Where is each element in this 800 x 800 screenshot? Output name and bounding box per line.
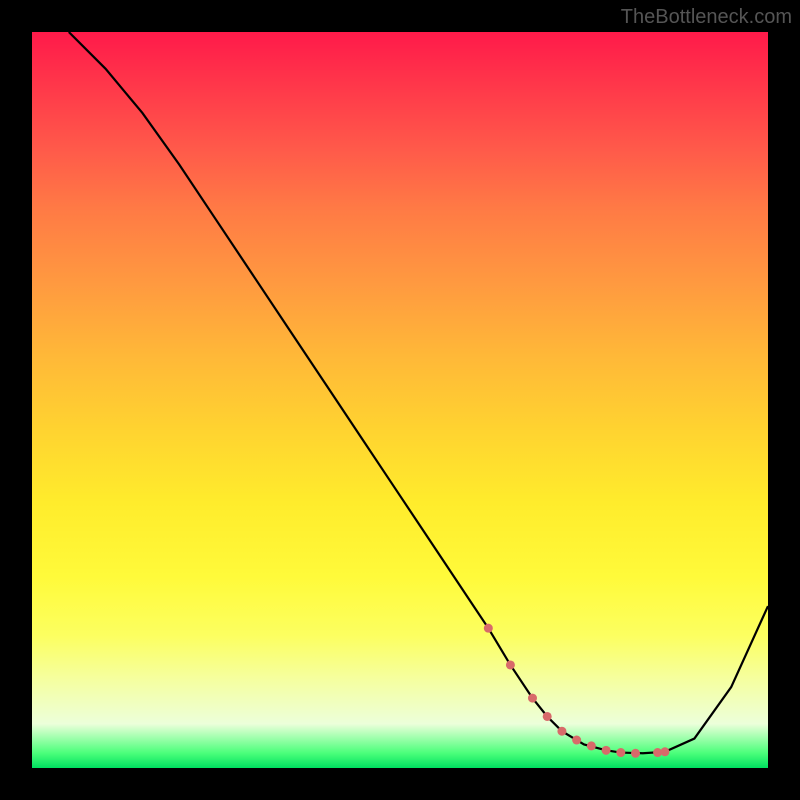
- chart-svg: [32, 32, 768, 768]
- highlight-dots-group: [484, 624, 670, 758]
- highlight-dot: [572, 736, 581, 745]
- highlight-dot: [484, 624, 493, 633]
- highlight-dot: [631, 749, 640, 758]
- highlight-dot: [557, 727, 566, 736]
- watermark-text: TheBottleneck.com: [621, 6, 792, 29]
- highlight-dot: [660, 747, 669, 756]
- highlight-dot: [587, 741, 596, 750]
- highlight-dot: [528, 694, 537, 703]
- highlight-dot: [616, 748, 625, 757]
- highlight-dot: [543, 712, 552, 721]
- plot-area: [32, 32, 768, 768]
- bottleneck-curve: [69, 32, 768, 753]
- highlight-dot: [602, 746, 611, 755]
- highlight-dot: [506, 660, 515, 669]
